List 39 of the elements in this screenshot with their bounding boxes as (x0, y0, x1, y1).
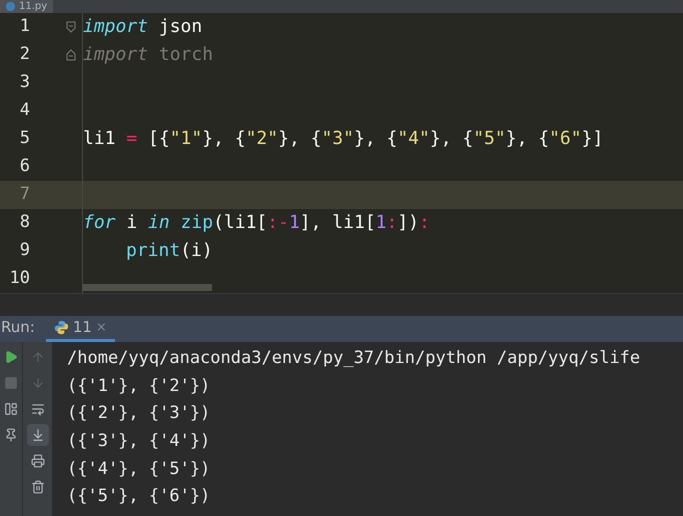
horizontal-scrollbar-thumb[interactable] (83, 284, 212, 291)
trash-icon (30, 480, 44, 494)
line-number: 10 (8, 267, 30, 290)
file-tab[interactable]: 11.py (0, 0, 54, 13)
line-number: 5 (18, 127, 30, 150)
console-output-line: ({'1'}, {'2'}) (67, 374, 212, 398)
line-number: 1 (18, 15, 30, 38)
console-output-line: ({'4'}, {'5'}) (67, 458, 212, 481)
line-number: 7 (18, 183, 30, 206)
run-label: Run: (0, 316, 36, 338)
code-line: print(i) (126, 239, 213, 263)
run-icon (4, 350, 18, 364)
run-tab-label: 11 (72, 317, 92, 338)
fold-marker-icon[interactable] (66, 21, 76, 33)
stop-icon (4, 376, 18, 390)
close-icon[interactable]: × (96, 318, 107, 338)
console-output-line: ({'5'}, {'6'}) (67, 485, 212, 508)
python-file-icon (6, 2, 15, 11)
console-output-line: ({'2'}, {'3'}) (67, 402, 212, 426)
code-line: for i in zip(li1[:-1], li1[1:]): (83, 211, 430, 235)
scroll-to-end-icon (30, 428, 44, 442)
line-number: 6 (18, 155, 30, 178)
line-number: 3 (18, 71, 30, 94)
line-number: 8 (18, 211, 30, 234)
code-line: import json (83, 15, 202, 39)
code-line: import torch (83, 43, 214, 67)
python-icon (54, 320, 69, 335)
printer-icon (30, 454, 44, 468)
fold-marker-icon[interactable] (66, 49, 76, 61)
scroll-to-end-button[interactable] (26, 424, 48, 446)
wrap-icon (30, 402, 44, 416)
line-number: 2 (18, 43, 30, 66)
console-output-line: ({'3'}, {'4'}) (67, 430, 212, 454)
line-number: 4 (18, 99, 30, 122)
line-number: 9 (18, 239, 30, 262)
layout-icon (4, 402, 18, 416)
pin-icon (4, 428, 18, 442)
code-line: li1 = [{"1"}, {"2"}, {"3"}, {"4"}, {"5"}, {"6"}] (83, 127, 604, 151)
console-output-line: /home/yyq/anaconda3/envs/py_37/bin/python /app/yyq/slife (67, 347, 642, 370)
